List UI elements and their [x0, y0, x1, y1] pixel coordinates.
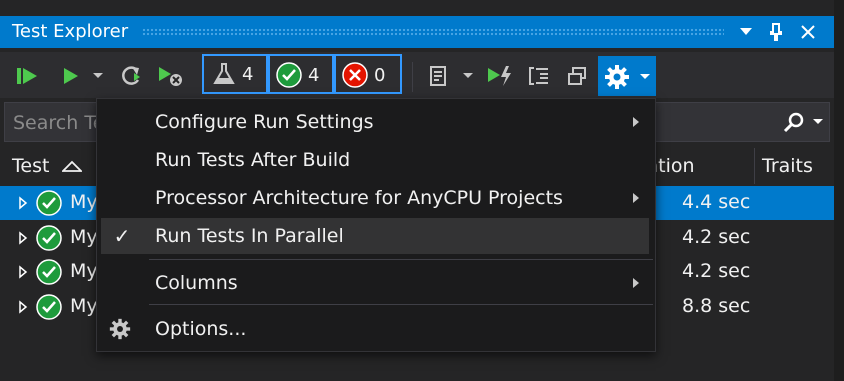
run-all-button[interactable] [14, 60, 42, 92]
menu-item-label: Options... [155, 318, 247, 340]
search-icon[interactable] [783, 111, 805, 133]
playlist-button[interactable] [424, 60, 454, 92]
windows-icon [568, 67, 586, 85]
close-icon [801, 25, 815, 39]
submenu-arrow-icon [633, 278, 639, 288]
menu-item-columns[interactable]: Columns [97, 265, 655, 301]
column-header-traits[interactable]: Traits [762, 148, 813, 184]
group-by-icon [529, 67, 548, 85]
settings-menu: Configure Run Settings Run Tests After B… [96, 98, 656, 352]
cancel-run-button[interactable] [156, 60, 186, 92]
playlist-dropdown[interactable] [460, 60, 476, 92]
column-header-test[interactable]: Test [12, 148, 49, 184]
chevron-down-icon [640, 74, 650, 79]
expand-icon[interactable] [18, 300, 28, 314]
total-tests-filter[interactable]: 4 [202, 54, 268, 94]
drag-grip[interactable] [142, 28, 724, 36]
search-options-icon[interactable] [813, 119, 823, 125]
failed-count: 0 [374, 64, 386, 86]
title-bar: Test Explorer [0, 16, 834, 48]
gear-icon [109, 318, 131, 340]
submenu-arrow-icon [633, 193, 639, 203]
run-after-build-icon [488, 66, 511, 86]
run-dropdown[interactable] [90, 60, 106, 92]
playlist-icon [430, 66, 446, 86]
window-menu-button[interactable] [736, 22, 756, 42]
settings-button[interactable] [598, 56, 656, 96]
expand-icon[interactable] [18, 196, 28, 210]
passed-icon [36, 259, 62, 285]
open-new-window-button[interactable] [562, 60, 592, 92]
test-explorer-window: Test Explorer 4 4 0 Search Test Explorer… [0, 0, 844, 381]
repeat-last-run-button[interactable] [116, 60, 146, 92]
group-by-button[interactable] [524, 60, 554, 92]
run-after-build-button[interactable] [484, 60, 516, 92]
menu-separator [149, 259, 653, 260]
menu-item-options[interactable]: Options... [97, 311, 655, 347]
failed-tests-content: 0 [342, 62, 385, 88]
close-button[interactable] [798, 22, 818, 42]
chevron-down-icon [93, 73, 103, 78]
passed-count: 4 [308, 64, 320, 86]
checkmark-icon: ✓ [107, 221, 137, 251]
passed-tests-content: 4 [276, 62, 319, 88]
total-tests-content: 4 [212, 62, 253, 86]
refresh-icon [122, 66, 140, 85]
chevron-down-icon [463, 73, 473, 78]
run-all-icon [17, 68, 37, 84]
expand-icon[interactable] [18, 265, 28, 279]
menu-item-label: Configure Run Settings [155, 111, 374, 133]
test-duration: 4.4 sec [682, 191, 751, 213]
menu-item-processor-architecture[interactable]: Processor Architecture for AnyCPU Projec… [97, 180, 655, 216]
pin-icon [770, 23, 782, 41]
passed-icon [276, 62, 302, 88]
run-button[interactable] [58, 60, 84, 92]
column-divider[interactable] [754, 148, 755, 184]
passed-icon [36, 294, 62, 320]
window-title: Test Explorer [12, 21, 129, 42]
flask-icon [213, 63, 235, 84]
test-duration: 4.2 sec [682, 226, 751, 248]
pin-button[interactable] [766, 22, 786, 42]
menu-item-run-tests-in-parallel[interactable]: ✓ Run Tests In Parallel [101, 218, 649, 254]
test-duration: 4.2 sec [682, 260, 751, 282]
test-duration: 8.8 sec [682, 295, 751, 317]
menu-item-label: Run Tests After Build [155, 149, 351, 171]
menu-item-run-tests-after-build[interactable]: Run Tests After Build [97, 142, 655, 178]
failed-tests-filter[interactable]: 0 [334, 54, 402, 94]
passed-tests-filter[interactable]: 4 [268, 54, 334, 94]
submenu-arrow-icon [633, 117, 639, 127]
menu-item-label: Columns [155, 272, 238, 294]
menu-item-label: Run Tests In Parallel [155, 225, 344, 247]
total-count: 4 [242, 63, 254, 85]
passed-icon [36, 190, 62, 216]
toolbar-separator [412, 62, 413, 92]
menu-separator [149, 304, 653, 305]
play-icon [64, 68, 78, 84]
expand-icon[interactable] [18, 231, 28, 245]
menu-item-label: Processor Architecture for AnyCPU Projec… [155, 187, 563, 209]
failed-icon [342, 62, 368, 88]
gear-icon [605, 65, 629, 89]
menu-item-configure-run-settings[interactable]: Configure Run Settings [97, 104, 655, 140]
chevron-down-icon [740, 28, 752, 35]
cancel-run-icon [159, 67, 182, 86]
passed-icon [36, 225, 62, 251]
sort-ascending-icon [62, 160, 82, 172]
window-edge [834, 0, 844, 381]
